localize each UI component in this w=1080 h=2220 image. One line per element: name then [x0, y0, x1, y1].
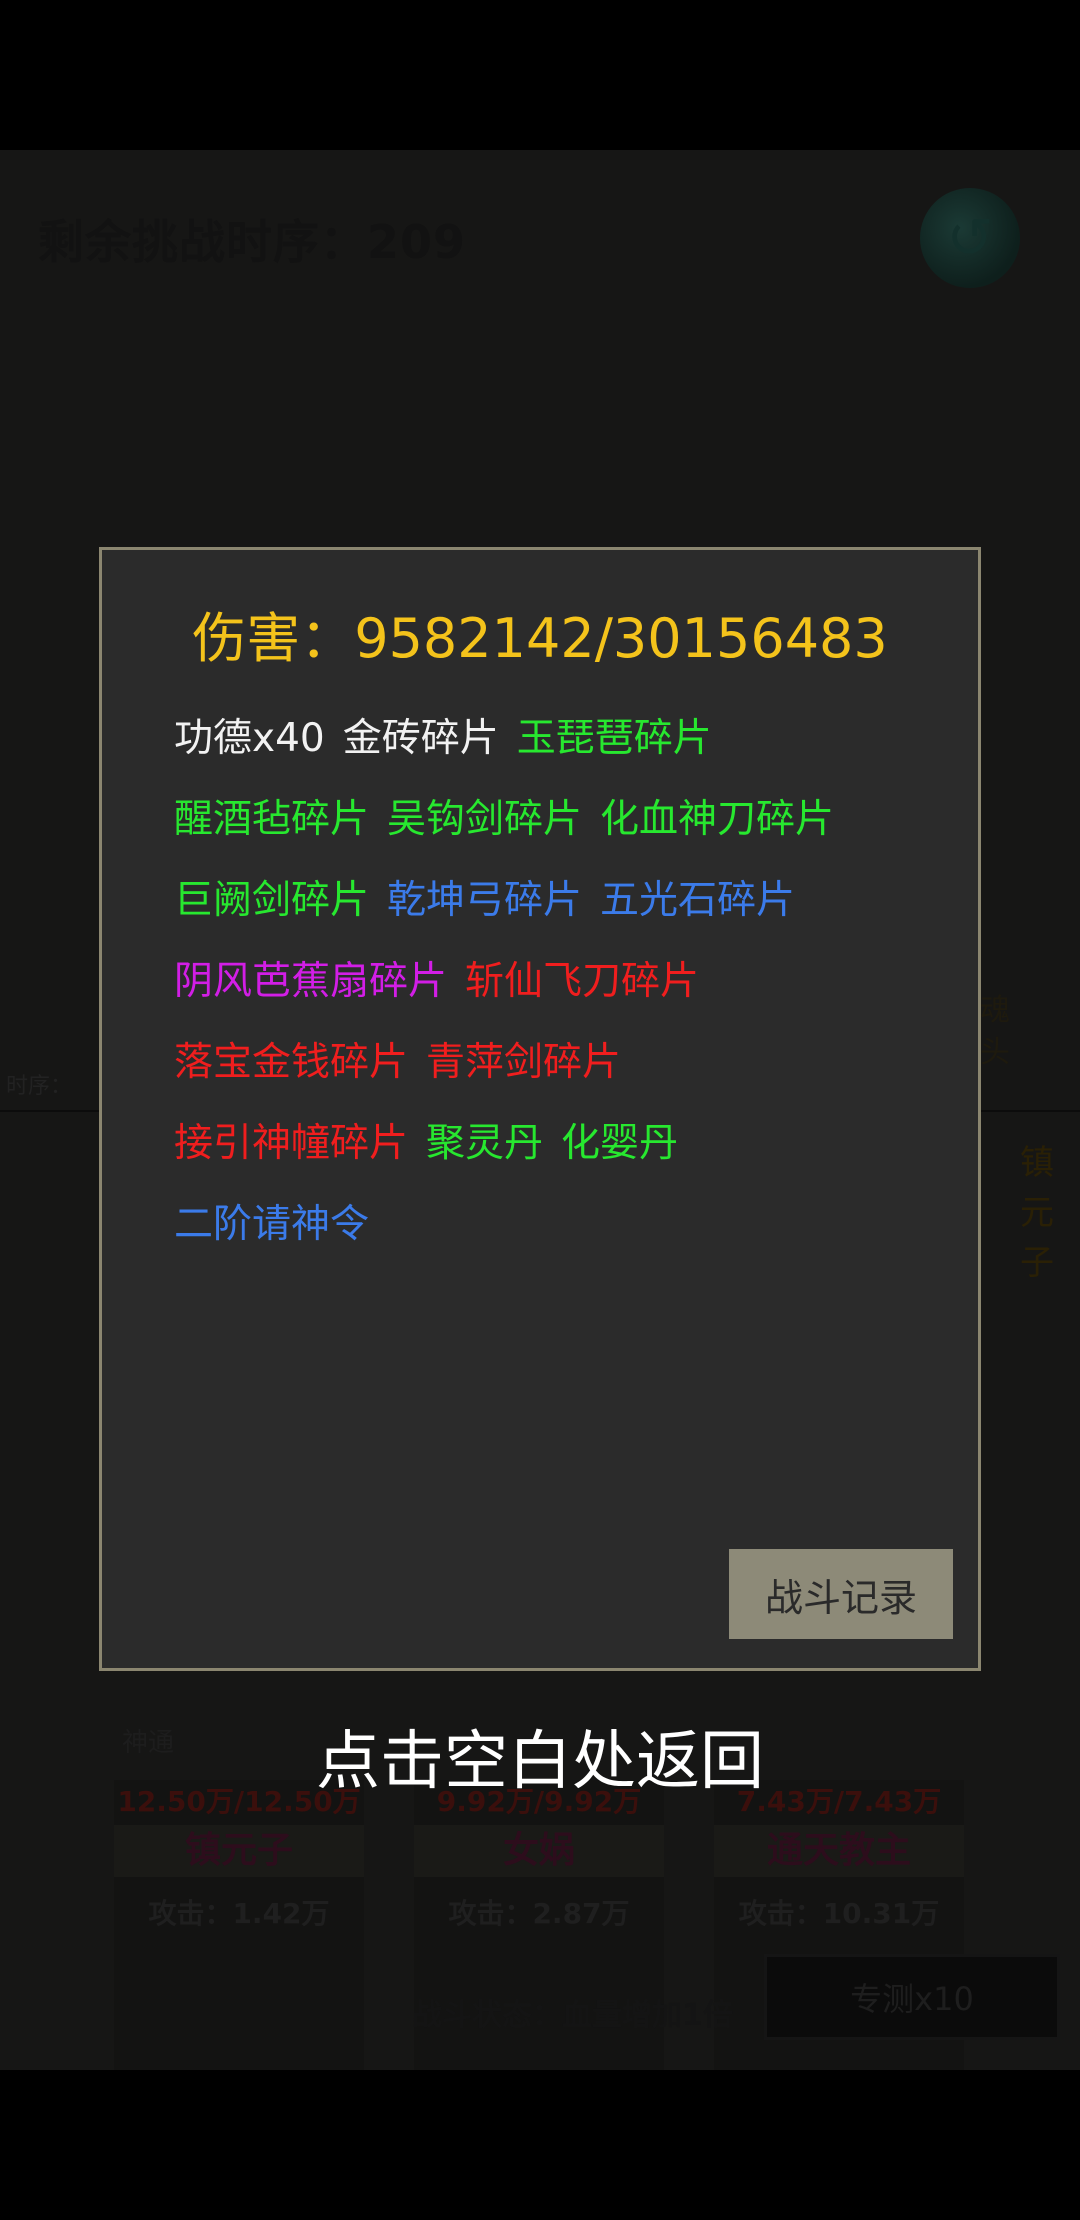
tap-to-return-hint[interactable]: 点击空白处返回 [0, 1710, 1080, 1802]
reward-item: 化血神刀碎片 [600, 797, 835, 842]
reward-item: 落宝金钱碎片 [174, 1040, 409, 1085]
reward-item: 功德x40 [174, 716, 325, 761]
status-bar [0, 0, 1080, 150]
reward-row: 阴风芭蕉扇碎片 斩仙飞刀碎片 [174, 941, 914, 1022]
damage-result-dialog: 伤害：9582142/30156483 功德x40 金砖碎片 玉琵琶碎片醒酒毡碎片吴… [99, 547, 981, 1671]
boss-name: 通天教主 [714, 1825, 964, 1877]
challenge-count-label: 剩余挑战时序：209 [38, 215, 467, 269]
reward-item: 金砖碎片 [342, 716, 499, 761]
reward-row: 巨阙剑碎片 乾坤弓碎片 五光石碎片 [174, 860, 914, 941]
reward-item: 吴钩剑碎片 [387, 797, 583, 842]
reward-item: 巨阙剑碎片 [174, 878, 370, 923]
reward-item: 化婴丹 [561, 1121, 679, 1166]
navigation-bar [0, 2070, 1080, 2220]
boss-attack: 攻击：2.87万 [448, 1897, 630, 1930]
boss-card[interactable]: 12.50万/12.50万 镇元子 攻击：1.42万 [114, 1780, 364, 2070]
boss-name: 镇元子 [114, 1825, 364, 1877]
reward-item: 聚灵丹 [426, 1121, 544, 1166]
reward-item: 阴风芭蕉扇碎片 [174, 959, 448, 1004]
side-boss-name: 镇元子 [1020, 1143, 1054, 1283]
boss-attack: 攻击：10.31万 [738, 1897, 940, 1930]
reward-item: 乾坤弓碎片 [387, 878, 583, 923]
boss-attack: 攻击：1.42万 [148, 1897, 330, 1930]
reward-row: 醒酒毡碎片 吴钩剑碎片 化血神刀碎片 [174, 779, 914, 860]
damage-title: 伤害：9582142/30156483 [192, 607, 888, 670]
reward-item: 青萍剑碎片 [426, 1040, 622, 1085]
side-text: 魂头 [980, 993, 1010, 1070]
boss-name: 女娲 [414, 1825, 664, 1877]
reward-item: 二阶请神令 [174, 1202, 370, 1247]
reward-list: 功德x40 金砖碎片 玉琵琶碎片 醒酒毡碎片 吴钩剑碎片 化血神刀碎片 巨阙剑碎片 乾坤弓碎片… [174, 698, 914, 1265]
reward-row: 落宝金钱碎片 青萍剑碎片 [174, 1022, 914, 1103]
reward-row: 接引神幢碎片 聚灵丹 化婴丹 [174, 1103, 914, 1184]
battle-status: 战斗状态：血量增加1倍 [412, 1998, 733, 2033]
reward-item: 玉琵琶碎片 [516, 716, 712, 761]
battle-record-button[interactable]: 战斗记录 [729, 1549, 953, 1639]
reward-item: 斩仙飞刀碎片 [465, 959, 700, 1004]
back-button[interactable]: ↺ [920, 188, 1020, 288]
undo-icon: ↺ [946, 205, 994, 271]
reward-item: 五光石碎片 [600, 878, 796, 923]
reward-item: 接引神幢碎片 [174, 1121, 409, 1166]
test-x10-button[interactable]: 专测x10 [764, 1954, 1060, 2040]
reward-row: 二阶请神令 [174, 1184, 914, 1265]
reward-item: 醒酒毡碎片 [174, 797, 370, 842]
time-label: 时序： [6, 1074, 73, 1099]
reward-row: 功德x40 金砖碎片 玉琵琶碎片 [174, 698, 914, 779]
